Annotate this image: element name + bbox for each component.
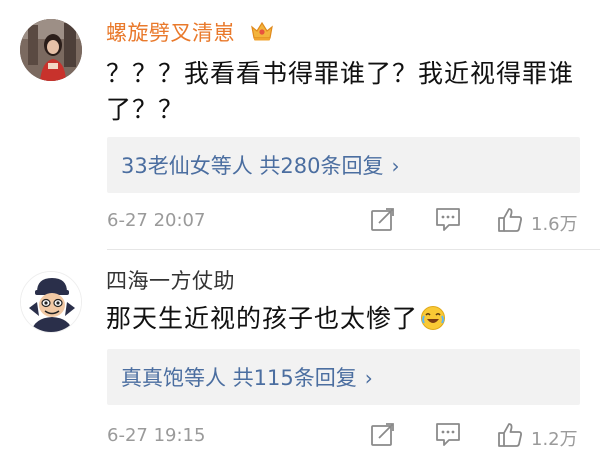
avatar-cartoon-icon	[21, 272, 81, 332]
laugh-cry-emoji-icon	[421, 306, 446, 330]
comment-item: 螺旋劈叉清崽 ？？？我看看书得罪谁了？我近视得罪谁了？？ 33老仙女等人 共28…	[0, 0, 600, 250]
timestamp: 6-27 19:15	[107, 425, 206, 446]
chevron-right-icon: ›	[364, 366, 373, 390]
comment-text-content: 那天生近视的孩子也太惨了	[106, 304, 419, 333]
reply-users[interactable]: 真真饱	[121, 366, 184, 390]
reply-users[interactable]: 33老仙女	[121, 154, 211, 178]
username[interactable]: 螺旋劈叉清崽	[106, 17, 235, 47]
forward-icon[interactable]	[370, 421, 396, 447]
reply-count-label: 等人 共115条回复	[184, 366, 357, 390]
replies-summary: 33老仙女等人 共280条回复 ›	[121, 150, 400, 180]
comment-icon[interactable]	[435, 421, 461, 447]
avatar-photo-icon	[20, 19, 82, 81]
username[interactable]: 四海一方仗助	[106, 265, 235, 295]
comment-icon[interactable]	[435, 206, 461, 232]
like-icon[interactable]	[496, 206, 524, 234]
comment-text: ？？？我看看书得罪谁了？我近视得罪谁了？？	[106, 59, 575, 124]
replies-summary: 真真饱等人 共115条回复 ›	[121, 362, 373, 392]
like-icon[interactable]	[496, 421, 524, 449]
comment-text: 那天生近视的孩子也太惨了	[106, 301, 576, 337]
timestamp: 6-27 20:07	[107, 210, 206, 231]
comment-item: 四海一方仗助 那天生近视的孩子也太惨了 真真饱等人 共115条回复 › 6-27 …	[0, 250, 600, 463]
chevron-right-icon: ›	[391, 154, 400, 178]
like-count: 1.6万	[531, 214, 578, 235]
crown-icon	[251, 21, 273, 41]
avatar[interactable]	[20, 19, 82, 81]
avatar[interactable]	[20, 271, 82, 333]
replies-summary-button[interactable]: 33老仙女等人 共280条回复 ›	[107, 137, 580, 193]
like-count: 1.2万	[531, 429, 578, 450]
forward-icon[interactable]	[370, 206, 396, 232]
replies-summary-button[interactable]: 真真饱等人 共115条回复 ›	[107, 349, 580, 405]
reply-count-label: 等人 共280条回复	[210, 154, 384, 178]
